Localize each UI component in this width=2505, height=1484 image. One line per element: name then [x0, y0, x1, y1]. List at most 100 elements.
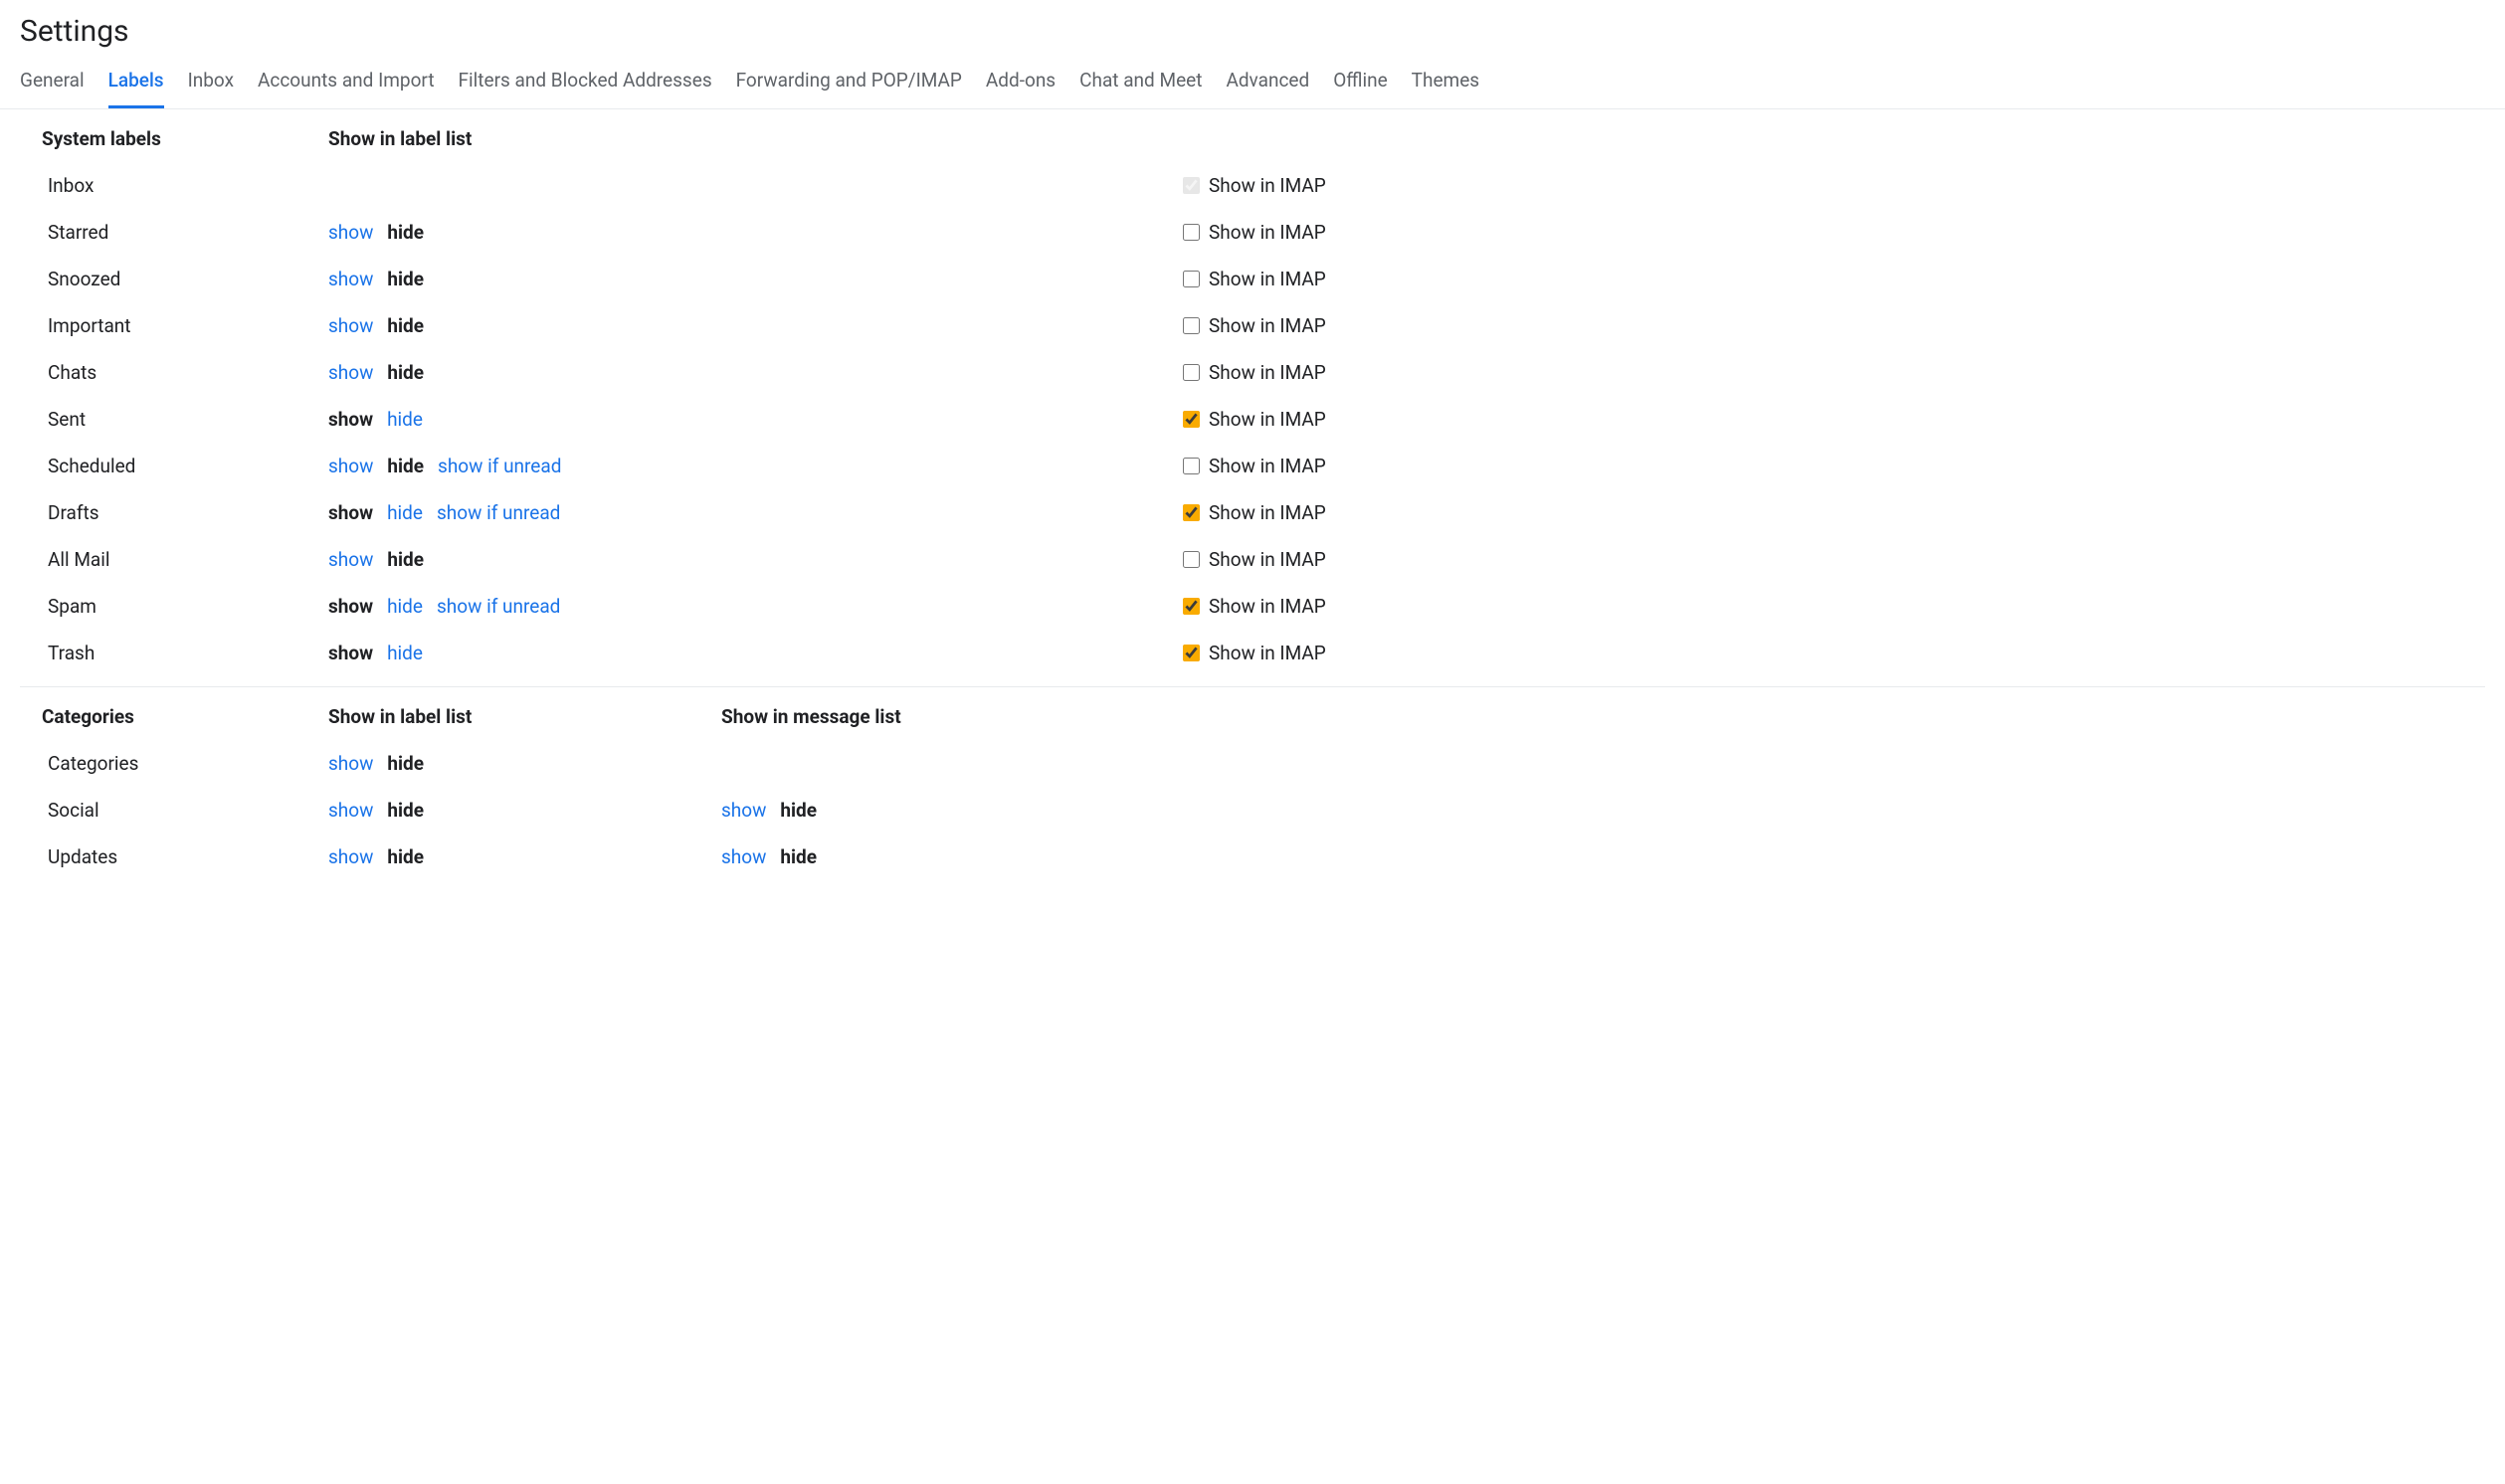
label-list-options: show hide — [328, 396, 721, 443]
option-hide[interactable]: hide — [387, 314, 424, 337]
show-in-imap-checkbox[interactable] — [1183, 364, 1200, 381]
show-in-imap-label: Show in IMAP — [1209, 642, 1326, 664]
label-list-options — [328, 162, 721, 209]
show-in-imap-checkbox[interactable] — [1183, 411, 1200, 428]
option-show[interactable]: show — [328, 548, 373, 571]
option-show[interactable]: show — [328, 408, 373, 431]
show-in-imap-label: Show in IMAP — [1209, 455, 1326, 477]
message-list-options: show hide — [721, 834, 1179, 880]
tab-forwarding[interactable]: Forwarding and POP/IMAP — [736, 59, 962, 108]
message-list-options: show hide — [721, 787, 1179, 834]
label-name: Social — [20, 787, 328, 834]
show-in-imap-checkbox[interactable] — [1183, 598, 1200, 615]
imap-cell: Show in IMAP — [1179, 536, 2485, 583]
tab-advanced[interactable]: Advanced — [1226, 59, 1309, 108]
label-list-options: show hide — [328, 787, 721, 834]
label-name: Starred — [20, 209, 328, 256]
tab-filters[interactable]: Filters and Blocked Addresses — [459, 59, 712, 108]
option-hide[interactable]: hide — [387, 548, 424, 571]
option-show[interactable]: show — [328, 455, 373, 477]
tab-general[interactable]: General — [20, 59, 85, 108]
option-show[interactable]: show — [328, 361, 373, 384]
show-in-label-list-header: Show in label list — [328, 119, 721, 162]
tab-themes[interactable]: Themes — [1412, 59, 1479, 108]
show-in-imap-checkbox[interactable] — [1183, 224, 1200, 241]
label-list-options: show hide — [328, 630, 721, 676]
show-in-imap-label: Show in IMAP — [1209, 501, 1326, 524]
option-show[interactable]: show — [328, 268, 373, 290]
option-hide[interactable]: hide — [387, 221, 424, 244]
label-name: Sent — [20, 396, 328, 443]
label-name: Trash — [20, 630, 328, 676]
option-show[interactable]: show — [328, 501, 373, 524]
option-hide[interactable]: hide — [387, 501, 423, 524]
option-hide[interactable]: hide — [387, 408, 423, 431]
label-name: Important — [20, 302, 328, 349]
settings-tabs: General Labels Inbox Accounts and Import Fil… — [0, 59, 2505, 109]
show-in-imap-checkbox[interactable] — [1183, 271, 1200, 287]
show-in-imap-label: Show in IMAP — [1209, 361, 1326, 384]
option-hide[interactable]: hide — [387, 268, 424, 290]
tab-labels[interactable]: Labels — [108, 59, 164, 108]
option-show[interactable]: show — [721, 845, 766, 868]
show-in-imap-checkbox — [1183, 177, 1200, 194]
imap-cell: Show in IMAP — [1179, 209, 2485, 256]
show-in-message-list-header: Show in message list — [721, 697, 1179, 740]
show-in-imap-checkbox[interactable] — [1183, 458, 1200, 474]
option-show[interactable]: show — [328, 799, 373, 822]
option-show_if_unread[interactable]: show if unread — [437, 595, 560, 618]
option-show[interactable]: show — [721, 799, 766, 822]
imap-cell: Show in IMAP — [1179, 630, 2485, 676]
option-hide[interactable]: hide — [387, 642, 423, 664]
imap-cell: Show in IMAP — [1179, 302, 2485, 349]
option-show[interactable]: show — [328, 221, 373, 244]
label-name: Inbox — [20, 162, 328, 209]
imap-cell: Show in IMAP — [1179, 162, 2485, 209]
show-in-imap-checkbox[interactable] — [1183, 551, 1200, 568]
tab-accounts[interactable]: Accounts and Import — [258, 59, 435, 108]
show-in-imap-label: Show in IMAP — [1209, 408, 1326, 431]
label-name: Drafts — [20, 489, 328, 536]
option-show_if_unread[interactable]: show if unread — [438, 455, 561, 477]
show-in-imap-checkbox[interactable] — [1183, 504, 1200, 521]
option-hide[interactable]: hide — [387, 799, 424, 822]
show-in-imap-label: Show in IMAP — [1209, 314, 1326, 337]
option-show_if_unread[interactable]: show if unread — [437, 501, 560, 524]
show-in-imap-label: Show in IMAP — [1209, 221, 1326, 244]
imap-cell: Show in IMAP — [1179, 583, 2485, 630]
tab-addons[interactable]: Add-ons — [986, 59, 1056, 108]
label-list-options: show hide — [328, 536, 721, 583]
imap-cell: Show in IMAP — [1179, 443, 2485, 489]
option-show[interactable]: show — [328, 845, 373, 868]
option-hide[interactable]: hide — [780, 845, 817, 868]
option-show[interactable]: show — [328, 642, 373, 664]
system-labels-section: System labelsShow in label listInbox Show… — [20, 109, 2485, 687]
option-hide[interactable]: hide — [387, 361, 424, 384]
option-hide[interactable]: hide — [780, 799, 817, 822]
show-in-imap-checkbox[interactable] — [1183, 317, 1200, 334]
tab-chat[interactable]: Chat and Meet — [1079, 59, 1202, 108]
categories-header: Categories — [20, 697, 328, 740]
tab-inbox[interactable]: Inbox — [188, 59, 234, 108]
option-show[interactable]: show — [328, 752, 373, 775]
imap-cell: Show in IMAP — [1179, 256, 2485, 302]
tab-offline[interactable]: Offline — [1333, 59, 1387, 108]
label-list-options: show hide — [328, 349, 721, 396]
label-name: Scheduled — [20, 443, 328, 489]
show-in-imap-checkbox[interactable] — [1183, 645, 1200, 661]
imap-cell: Show in IMAP — [1179, 396, 2485, 443]
label-list-options: show hide — [328, 256, 721, 302]
show-in-imap-label: Show in IMAP — [1209, 548, 1326, 571]
message-list-options — [721, 740, 1179, 787]
option-hide[interactable]: hide — [387, 455, 424, 477]
show-in-imap-label: Show in IMAP — [1209, 595, 1326, 618]
label-list-options: show hide — [328, 834, 721, 880]
show-in-imap-label: Show in IMAP — [1209, 174, 1326, 197]
system-labels-header: System labels — [20, 119, 328, 162]
option-hide[interactable]: hide — [387, 845, 424, 868]
option-show[interactable]: show — [328, 595, 373, 618]
option-hide[interactable]: hide — [387, 752, 424, 775]
label-name: Updates — [20, 834, 328, 880]
option-show[interactable]: show — [328, 314, 373, 337]
option-hide[interactable]: hide — [387, 595, 423, 618]
